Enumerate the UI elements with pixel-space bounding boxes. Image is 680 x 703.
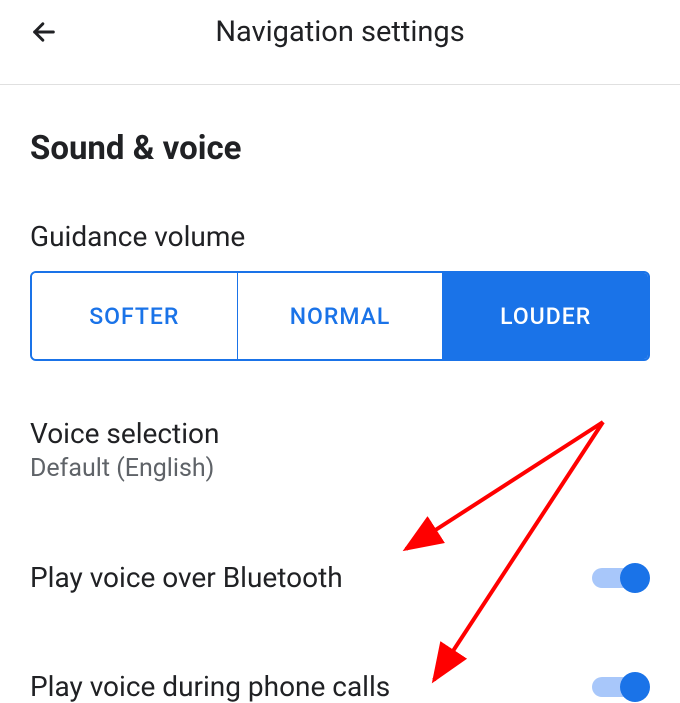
voice-selection-row[interactable]: Voice selection Default (English)	[30, 417, 650, 483]
play-calls-toggle[interactable]	[592, 677, 650, 697]
header: Navigation settings	[0, 0, 680, 64]
header-divider	[0, 84, 680, 85]
play-calls-row: Play voice during phone calls	[30, 670, 650, 703]
page-title: Navigation settings	[24, 15, 656, 49]
play-bluetooth-row: Play voice over Bluetooth	[30, 561, 650, 594]
play-calls-label: Play voice during phone calls	[30, 670, 390, 703]
section-title-sound-voice: Sound & voice	[30, 129, 650, 168]
voice-selection-label: Voice selection	[30, 417, 650, 450]
guidance-volume-label: Guidance volume	[30, 220, 650, 253]
play-bluetooth-toggle[interactable]	[592, 568, 650, 588]
toggle-thumb	[620, 563, 650, 593]
segment-softer[interactable]: SOFTER	[32, 273, 238, 359]
voice-selection-value: Default (English)	[30, 454, 650, 483]
segment-normal[interactable]: NORMAL	[238, 273, 444, 359]
toggle-thumb	[620, 672, 650, 702]
play-bluetooth-label: Play voice over Bluetooth	[30, 561, 343, 594]
segment-louder[interactable]: LOUDER	[443, 273, 648, 359]
guidance-volume-segment: SOFTER NORMAL LOUDER	[30, 271, 650, 361]
content: Sound & voice Guidance volume SOFTER NOR…	[0, 129, 680, 703]
